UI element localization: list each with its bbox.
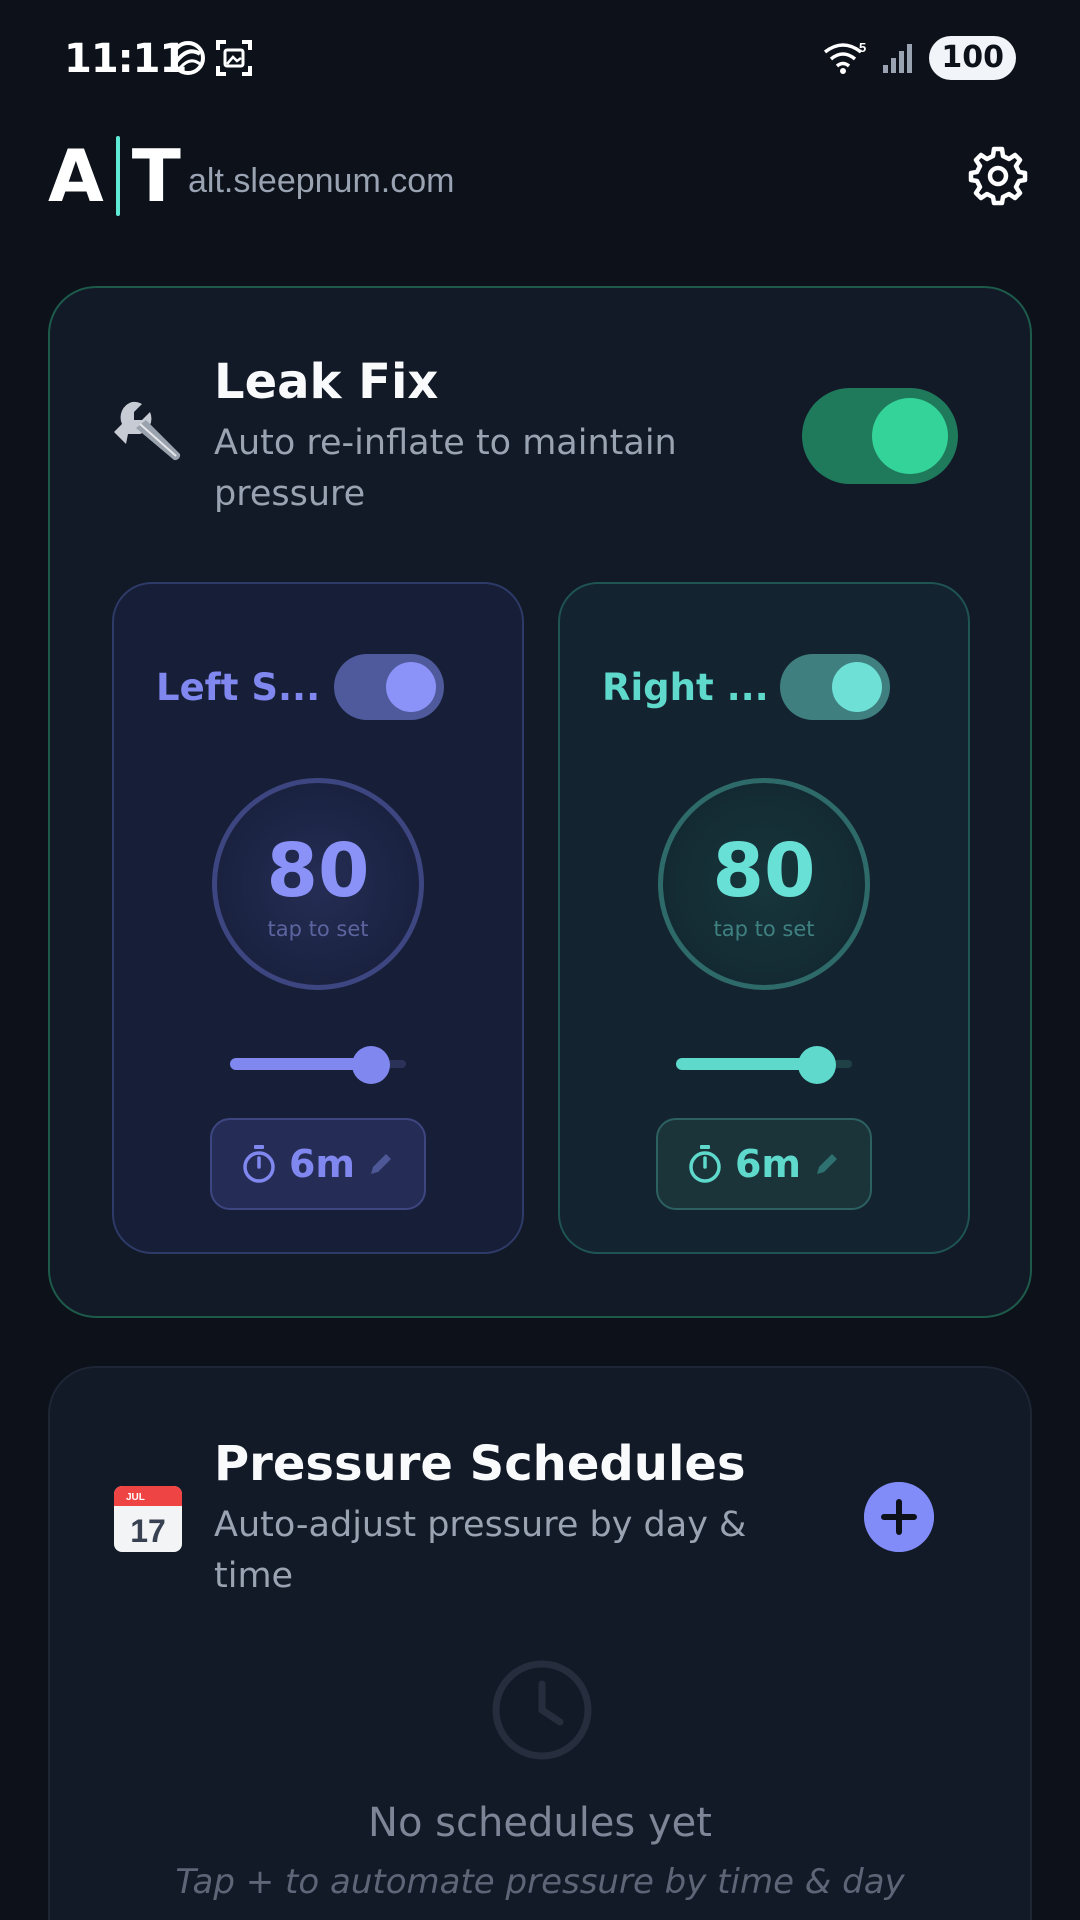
right-side-label: Right ...: [602, 666, 769, 709]
logo-letter-right: T: [131, 134, 181, 218]
left-pressure-value: 80: [266, 828, 370, 914]
clock-icon: [492, 1660, 592, 1760]
toggle-knob: [872, 398, 948, 474]
slider-thumb[interactable]: [352, 1046, 390, 1084]
left-side-panel: Left S... 80 tap to set 6m: [112, 582, 524, 1254]
pressure-schedules-card: JUL 17 Pressure Schedules Auto-adjust pr…: [48, 1366, 1032, 1920]
left-dial-hint: tap to set: [267, 917, 369, 941]
pencil-icon: [817, 1154, 838, 1174]
slider-thumb[interactable]: [798, 1046, 836, 1084]
logo-letter-left: A: [48, 134, 104, 218]
right-side-panel: Right ... 80 tap to set 6m: [558, 582, 970, 1254]
leak-fix-title: Leak Fix: [214, 354, 439, 410]
app-logo: A T: [48, 136, 181, 216]
right-pressure-value: 80: [712, 828, 816, 914]
toggle-knob: [386, 662, 436, 712]
wrench-icon: [114, 401, 181, 461]
svg-text:JUL: JUL: [126, 1492, 145, 1503]
left-pressure-dial[interactable]: 80 tap to set: [212, 778, 424, 990]
leak-fix-card: Leak Fix Auto re-inflate to maintain pre…: [48, 286, 1032, 1318]
right-pressure-slider[interactable]: [676, 1044, 852, 1084]
slider-fill: [676, 1058, 817, 1070]
wifi-icon: 5: [824, 40, 867, 74]
sync-icon: [171, 41, 205, 75]
svg-text:17: 17: [130, 1513, 166, 1549]
plus-icon[interactable]: [864, 1482, 934, 1552]
empty-state-hint: Tap + to automate pressure by time & day: [175, 1862, 905, 1902]
left-side-label: Left S...: [156, 666, 321, 709]
left-timer-value: 6m: [288, 1142, 356, 1186]
right-timer-value: 6m: [734, 1142, 802, 1186]
schedules-title: Pressure Schedules: [214, 1436, 746, 1492]
right-timer-button[interactable]: 6m: [656, 1118, 872, 1210]
leak-fix-subtitle: Auto re-inflate to maintain pressure: [214, 423, 677, 514]
gear-icon[interactable]: [968, 146, 1028, 206]
stopwatch-icon: [243, 1145, 275, 1183]
screenshot-icon: [216, 40, 252, 76]
calendar-icon: JUL 17: [114, 1486, 182, 1552]
battery-indicator: 100: [929, 36, 1016, 80]
right-pressure-dial[interactable]: 80 tap to set: [658, 778, 870, 990]
pencil-icon: [371, 1154, 392, 1174]
app-header: A T alt.sleepnum.com: [48, 136, 1032, 226]
status-bar: 11:11 5 100: [0, 0, 1080, 116]
signal-icon: [883, 44, 913, 73]
left-timer-button[interactable]: 6m: [210, 1118, 426, 1210]
schedules-subtitle: Auto-adjust pressure by day & time: [214, 1505, 747, 1596]
empty-state-title: No schedules yet: [368, 1800, 712, 1846]
toggle-knob: [832, 662, 882, 712]
slider-fill: [230, 1058, 371, 1070]
stopwatch-icon: [689, 1145, 721, 1183]
svg-text:5: 5: [859, 40, 866, 55]
right-dial-hint: tap to set: [713, 917, 815, 941]
left-side-toggle[interactable]: [334, 654, 444, 720]
right-side-toggle[interactable]: [780, 654, 890, 720]
logo-divider: [115, 136, 120, 216]
server-domain: alt.sleepnum.com: [188, 162, 455, 200]
left-pressure-slider[interactable]: [230, 1044, 406, 1084]
leak-fix-toggle[interactable]: [802, 388, 958, 484]
